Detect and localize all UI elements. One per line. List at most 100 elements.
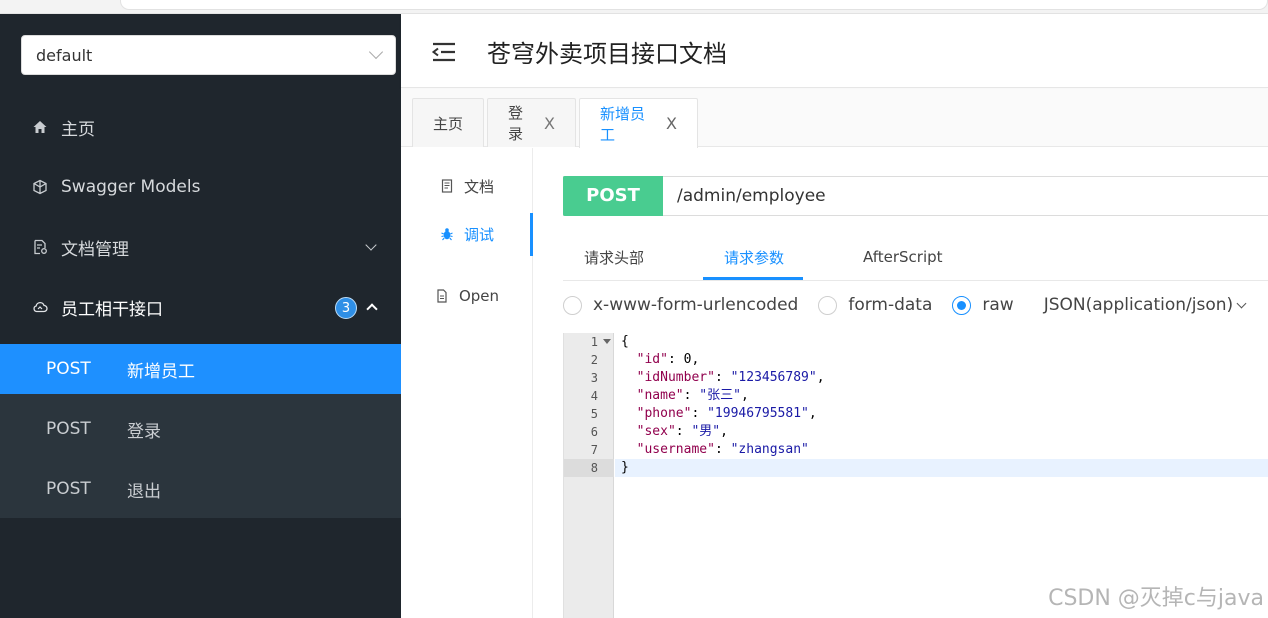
endpoint-logout[interactable]: POST 退出	[0, 464, 401, 514]
radio-raw[interactable]: raw	[952, 295, 1014, 315]
brace-open: {	[621, 334, 629, 349]
doc-settings-icon	[32, 239, 48, 255]
close-icon[interactable]: X	[666, 114, 677, 133]
sidebar-item-label: 主页	[61, 119, 95, 140]
cloud-icon	[32, 299, 48, 315]
request-tab-label: 请求参数	[724, 248, 785, 267]
radio-label: x-www-form-urlencoded	[593, 295, 799, 315]
tab-request-params[interactable]: 请求参数	[724, 234, 784, 280]
line-number: 2	[590, 353, 598, 367]
file-icon	[435, 289, 449, 303]
tab-login[interactable]: 登录 X	[487, 98, 576, 147]
close-icon[interactable]: X	[544, 114, 555, 133]
sidebar: default 主页 Swagger Models 文档管理 员工相干接口 3 …	[0, 14, 401, 618]
side-tab-doc[interactable]: 文档	[401, 166, 533, 206]
json-value: "123456789"	[730, 370, 817, 385]
home-icon	[32, 119, 48, 135]
line-number: 4	[590, 389, 598, 403]
json-value: "男"	[691, 424, 721, 439]
endpoint-method: POST	[46, 479, 91, 499]
debug-content: POST /admin/employee 请求头部 请求参数 AfterScri…	[563, 148, 1268, 618]
radio-button[interactable]	[563, 295, 582, 315]
chevron-up-icon	[366, 303, 378, 315]
code-line: "idNumber": "123456789",	[636, 370, 825, 385]
group-select-value: default	[36, 45, 93, 65]
radio-button-checked[interactable]	[952, 295, 972, 315]
tab-label: 登录	[508, 104, 524, 143]
content-type-value: JSON(application/json)	[1043, 295, 1234, 315]
tab-home[interactable]: 主页	[412, 98, 484, 147]
fold-arrow-icon[interactable]	[603, 339, 611, 344]
sidebar-item-swagger-models[interactable]: Swagger Models	[0, 157, 401, 217]
radio-label: form-data	[848, 295, 933, 315]
side-tab-label: 文档	[463, 177, 494, 196]
json-editor[interactable]: 1 2 3 4 5 6 7 8 { "id": 0, "idNumber": "…	[563, 333, 1268, 618]
chevron-down-icon	[368, 44, 384, 60]
side-tab-debug[interactable]: 调试	[401, 214, 533, 254]
line-number: 7	[590, 443, 598, 457]
body-type-selector: x-www-form-urlencoded form-data raw JSON…	[563, 290, 1268, 320]
json-key: "phone"	[636, 406, 692, 421]
code-line: "id": 0,	[636, 352, 700, 367]
endpoint-label: 退出	[127, 481, 161, 502]
browser-address-bar[interactable]	[120, 0, 1268, 10]
request-tab-label: 请求头部	[584, 248, 645, 267]
radio-form-data[interactable]: form-data	[818, 295, 932, 315]
json-value: 0	[683, 352, 692, 367]
brace-close: }	[621, 460, 629, 475]
cube-icon	[32, 179, 48, 195]
side-tab-open[interactable]: Open	[401, 276, 533, 316]
json-key: "sex"	[636, 424, 676, 439]
json-value: "张三"	[699, 388, 741, 403]
endpoint-add-employee[interactable]: POST 新增员工	[0, 344, 401, 394]
endpoint-method: POST	[46, 359, 91, 379]
json-key: "idNumber"	[636, 370, 715, 385]
sidebar-item-label: Swagger Models	[61, 177, 201, 197]
json-key: "username"	[636, 442, 715, 457]
endpoint-method: POST	[46, 419, 91, 439]
endpoint-login[interactable]: POST 登录	[0, 404, 401, 454]
endpoint-label: 登录	[127, 421, 161, 442]
side-tab-label: 调试	[463, 225, 494, 244]
radio-button[interactable]	[818, 295, 838, 315]
active-tab-indicator	[530, 213, 533, 256]
request-url-row: POST /admin/employee	[563, 175, 1268, 216]
code-line: "sex": "男",	[636, 424, 728, 439]
tab-request-headers[interactable]: 请求头部	[584, 234, 644, 280]
code-line-active: }	[615, 459, 1268, 477]
doc-mode-tabs: 文档 调试 Open	[401, 148, 533, 618]
line-number: 3	[590, 371, 598, 385]
sidebar-item-home[interactable]: 主页	[0, 97, 401, 157]
browser-strip	[0, 0, 1268, 14]
menu-fold-icon[interactable]	[431, 41, 457, 63]
header: 苍穹外卖项目接口文档	[401, 14, 1268, 88]
tab-after-script[interactable]: AfterScript	[863, 234, 943, 280]
editor-gutter: 1 2 3 4 5 6 7 8	[564, 333, 614, 618]
sidebar-item-label: 文档管理	[61, 239, 129, 260]
request-tabs: 请求头部 请求参数 AfterScript	[563, 234, 1268, 281]
side-tab-label: Open	[458, 287, 500, 305]
code-line: "phone": "19946795581",	[636, 406, 817, 421]
json-key: "id"	[636, 352, 668, 367]
request-tab-label: AfterScript	[863, 248, 943, 266]
request-tab-underline	[703, 277, 803, 280]
line-number: 8	[564, 459, 614, 477]
page-title: 苍穹外卖项目接口文档	[487, 40, 727, 68]
json-value: "zhangsan"	[730, 442, 809, 457]
bug-icon	[440, 227, 454, 241]
radio-urlencoded[interactable]: x-www-form-urlencoded	[563, 295, 798, 315]
line-number: 5	[590, 407, 598, 421]
watermark: CSDN @灭掉c与java	[1048, 586, 1264, 611]
request-url[interactable]: /admin/employee	[677, 186, 826, 206]
sidebar-item-doc-management[interactable]: 文档管理	[0, 217, 401, 277]
document-icon	[440, 179, 454, 193]
json-value: "19946795581"	[707, 406, 809, 421]
tab-label: 新增员工	[600, 104, 646, 144]
main-panel: 苍穹外卖项目接口文档 主页 登录 X 新增员工 X 文档 调试 Open POS…	[401, 14, 1268, 618]
group-select[interactable]: default	[21, 35, 396, 75]
content-type-select[interactable]: JSON(application/json)	[1043, 295, 1247, 315]
sidebar-item-employee-api[interactable]: 员工相干接口 3	[0, 277, 401, 337]
tab-add-employee[interactable]: 新增员工 X	[579, 98, 698, 148]
radio-label: raw	[982, 295, 1014, 315]
endpoint-submenu: POST 新增员工 POST 登录 POST 退出	[0, 344, 401, 518]
